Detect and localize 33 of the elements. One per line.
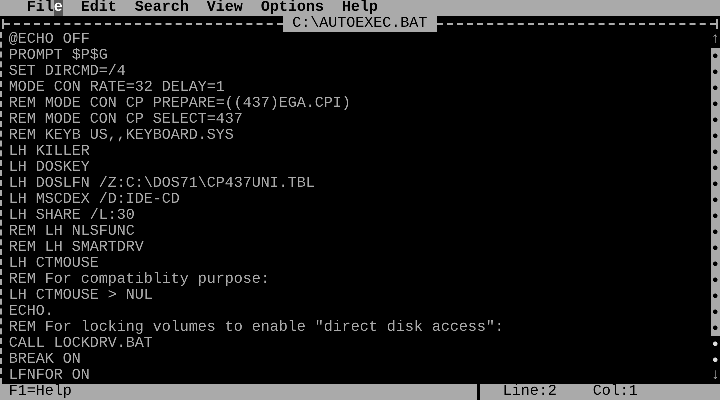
code-line: LH MSCDEX /D:IDE-CD (9, 192, 182, 208)
code-line: SET DIRCMD=/4 (9, 64, 128, 80)
code-line: REM MODE CON CP SELECT=437 (9, 112, 244, 128)
code-line: REM LH SMARTDRV (9, 240, 146, 256)
window-title: C:\AUTOEXEC.BAT (283, 16, 437, 32)
line-number: Line:2 (503, 384, 558, 400)
menu-item[interactable]: Help (342, 0, 378, 16)
help-hint: F1=Help (8, 384, 74, 400)
code-line: CALL LOCKDRV.BAT (9, 336, 154, 352)
code-line: @ECHO OFF (9, 32, 92, 48)
code-line: LH DOSKEY (9, 160, 92, 176)
menu-item[interactable]: View (207, 0, 244, 16)
code-line: BREAK ON (9, 352, 82, 368)
code-line: ECHO. (9, 304, 56, 320)
code-line: REM KEYB US,,KEYBOARD.SYS (9, 128, 236, 144)
code-line: LH SHARE /L:30 (9, 208, 136, 224)
scroll-up-arrow[interactable]: ↑ (711, 32, 720, 48)
code-line: LH CTMOUSE (9, 256, 100, 272)
code-line: MODE CON RATE=32 DELAY=1 (9, 80, 226, 96)
code-line: REM For locking volumes to enable "direct disk access": (9, 320, 506, 336)
code-line: LH CTMOUSE > NUL (9, 288, 154, 304)
menu-item[interactable]: Options (261, 0, 324, 16)
code-line: LH KILLER (9, 144, 92, 160)
column-number: Col:1 (593, 384, 638, 400)
code-line: REM MODE CON CP PREPARE=((437)EGA.CPI) (9, 96, 352, 112)
code-line: LH DOSLFN /Z:C:\DOS71\CP437UNI.TBL (9, 176, 316, 192)
menu-item[interactable]: Edit (81, 0, 118, 16)
code-line: LFNFOR ON (9, 368, 92, 384)
code-line: REM For compatiblity purpose: (9, 272, 272, 288)
code-line: PROMPT $P$G (9, 48, 110, 64)
menu-item[interactable]: Search (135, 0, 190, 16)
scroll-down-arrow[interactable]: ↓ (711, 368, 720, 384)
code-line: REM LH NLSFUNC (9, 224, 136, 240)
